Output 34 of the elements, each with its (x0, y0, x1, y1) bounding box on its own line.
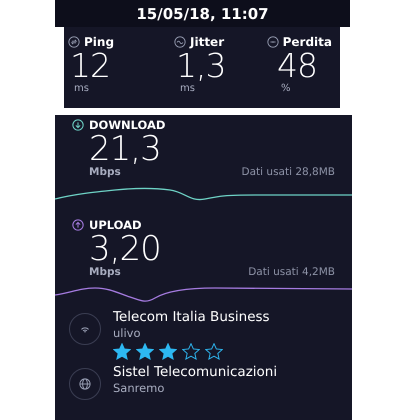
speed-value: 21,3 (89, 132, 161, 166)
metric-label: Ping (84, 35, 114, 49)
test-date-time: 15/05/18, 11:07 (136, 4, 269, 22)
data-used-text: Dati usati 4,2MB (248, 266, 335, 278)
speed-unit: Mbps (89, 266, 122, 278)
dash-icon (266, 36, 279, 48)
section-label: DOWNLOAD (89, 118, 166, 132)
provider-name: Sistel Telecomunicazioni (113, 364, 278, 381)
metric-label: Jitter (190, 35, 224, 49)
ping-icon (68, 36, 80, 48)
metric-unit: ms (74, 83, 89, 94)
download-icon (72, 119, 84, 131)
metric-value: 12 (70, 49, 110, 83)
upload-icon (72, 219, 84, 231)
metric-unit: ms (180, 83, 195, 94)
speed-unit: Mbps (89, 166, 122, 178)
wave-icon (174, 36, 186, 48)
section-label: UPLOAD (89, 218, 142, 232)
metric-value: 48 (277, 49, 317, 83)
wifi-icon (69, 313, 101, 345)
filled-star-icon (136, 343, 154, 360)
speed-value: 3,20 (89, 232, 161, 266)
empty-star-icon (205, 343, 223, 360)
filled-star-icon (159, 343, 177, 360)
provider-name: Telecom Italia Business (113, 309, 270, 326)
provider-location: ulivo (113, 326, 142, 340)
metric-unit: % (281, 83, 291, 94)
empty-star-icon (182, 343, 200, 360)
metric-label: Perdita (282, 35, 332, 49)
globe-icon (69, 368, 101, 400)
filled-star-icon (113, 343, 131, 360)
data-used-text: Dati usati 28,8MB (242, 166, 335, 178)
provider-location: Sanremo (113, 381, 166, 395)
metric-value: 1,3 (176, 49, 226, 83)
